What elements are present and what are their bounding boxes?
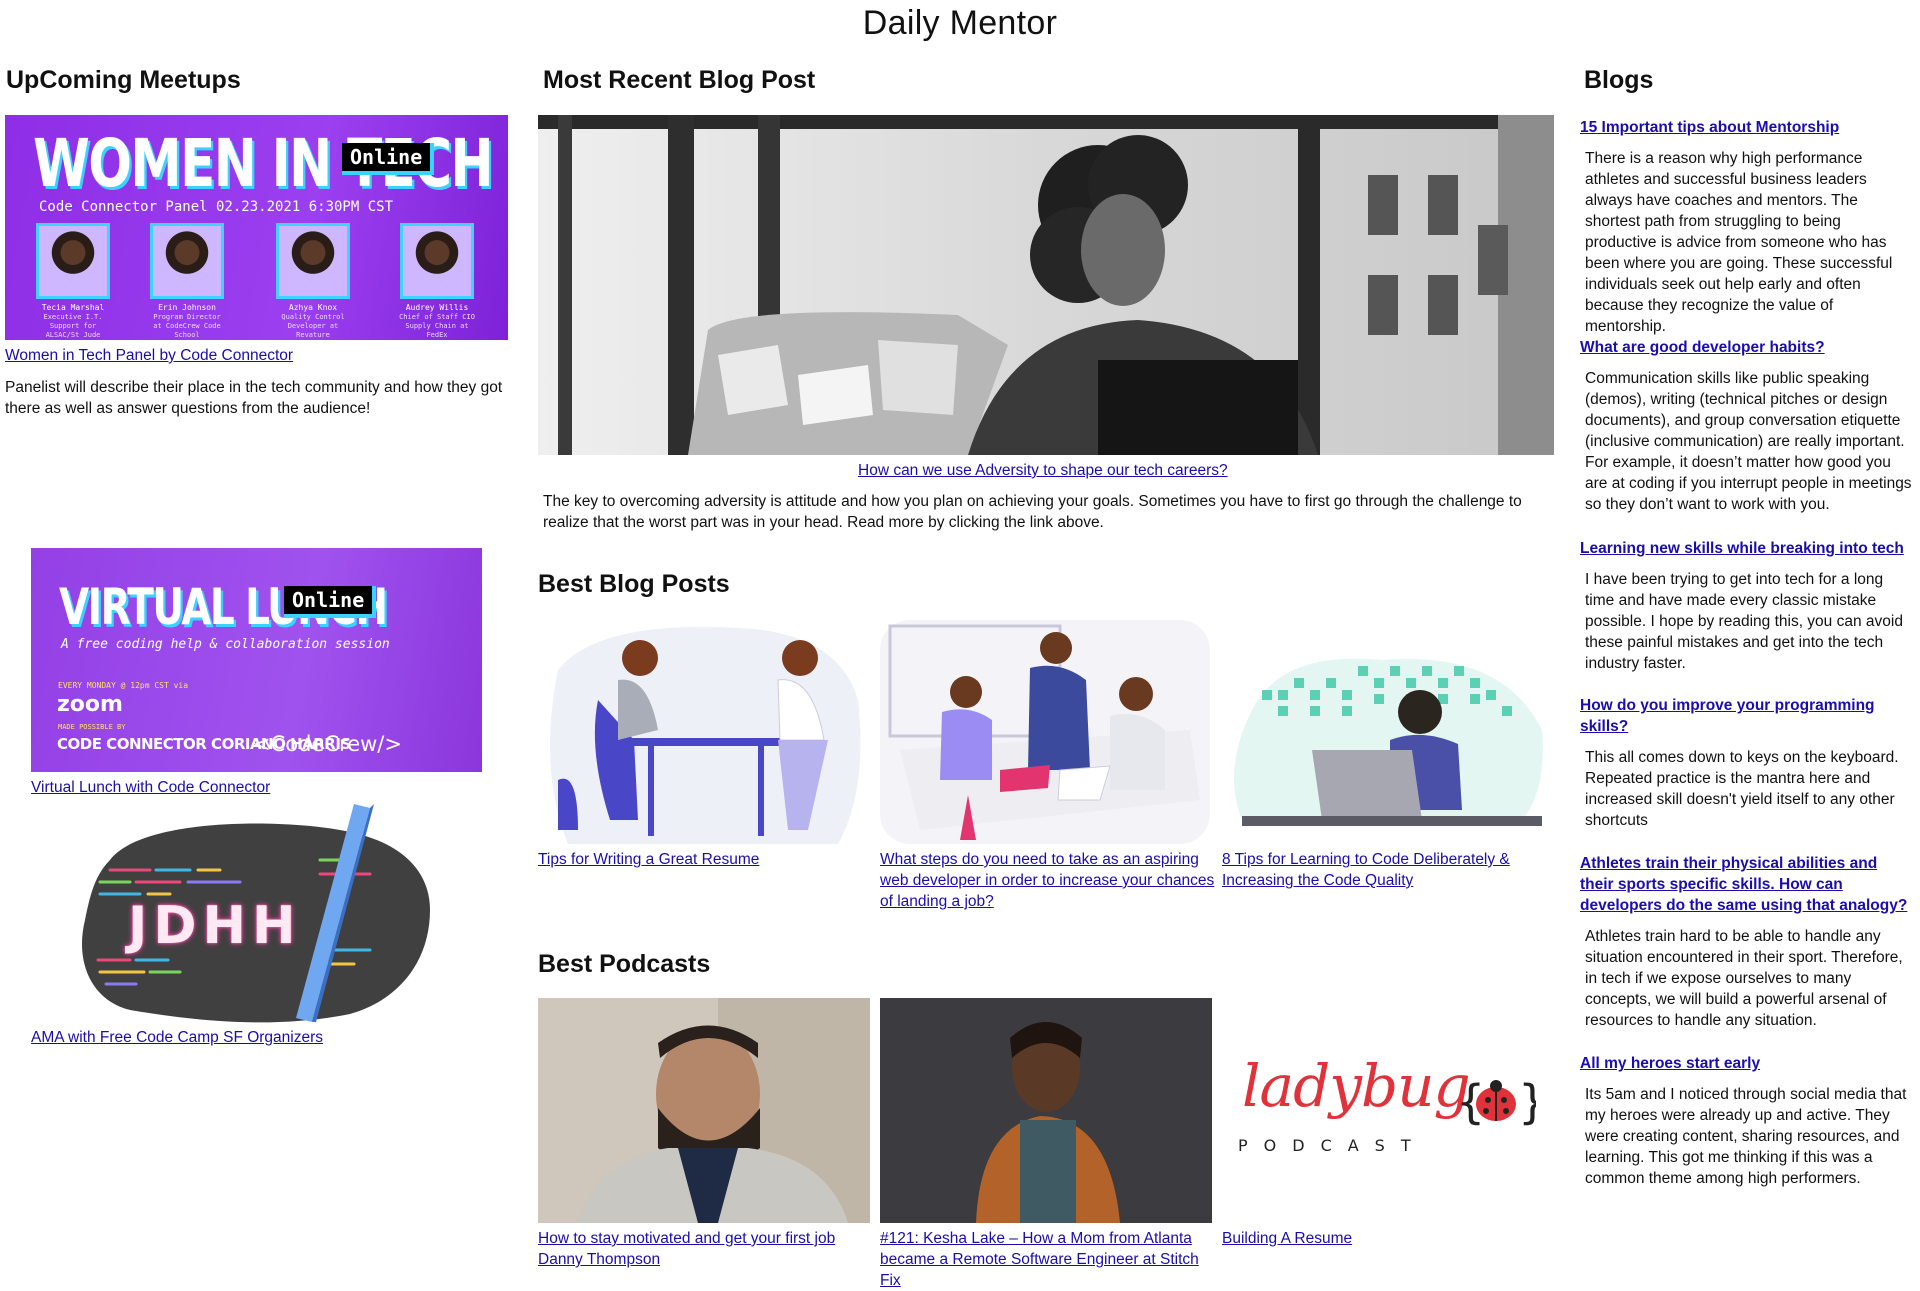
blog-entry: How do you improve your programming skil… bbox=[1580, 695, 1914, 831]
women-in-tech-banner[interactable]: WOMEN IN TECH Online Code Connector Pane… bbox=[5, 115, 508, 340]
speaker-name: Azhya Knox bbox=[288, 303, 338, 312]
best-blog-posts-heading: Best Blog Posts bbox=[538, 570, 730, 598]
speaker-name: Erin Johnson bbox=[158, 303, 216, 312]
blog-title-link[interactable]: Learning new skills while breaking into … bbox=[1580, 538, 1914, 559]
panel-date-line: Code Connector Panel 02.23.2021 6:30PM C… bbox=[39, 199, 394, 215]
podcast-word: PODCAST bbox=[1238, 1136, 1427, 1155]
blog-title-link[interactable]: Athletes train their physical abilities … bbox=[1580, 853, 1914, 916]
blog-illustration-aspiring-dev[interactable] bbox=[880, 620, 1210, 844]
speaker-role: Quality Control Developer at Revature bbox=[281, 313, 345, 339]
blog-excerpt: This all comes down to keys on the keybo… bbox=[1585, 749, 1899, 829]
speaker-photo bbox=[36, 223, 110, 299]
blog-entry: Learning new skills while breaking into … bbox=[1580, 538, 1914, 674]
aspiring-dev-illustration bbox=[880, 620, 1210, 844]
podcast-link-3[interactable]: Building A Resume bbox=[1222, 1228, 1352, 1249]
speaker-1: Tecia Marshal Executive I.T. Support for… bbox=[35, 223, 111, 340]
resume-illustration bbox=[550, 626, 861, 844]
danny-thompson-photo bbox=[538, 998, 870, 1223]
speaker-photo bbox=[150, 223, 224, 299]
best-podcasts-heading: Best Podcasts bbox=[538, 950, 711, 978]
virtual-lunch-subtitle: A free coding help & collaboration sessi… bbox=[61, 637, 390, 652]
upcoming-meetups-heading: UpComing Meetups bbox=[6, 66, 241, 94]
jdhh-logo[interactable]: JDHH bbox=[70, 800, 440, 1024]
virtual-lunch-schedule: EVERY MONDAY @ 12pm CST via bbox=[58, 681, 189, 690]
hero-photo bbox=[538, 115, 1554, 455]
speaker-role: Executive I.T. Support for ALSAC/St Jude bbox=[43, 313, 103, 339]
podcast-image-danny-thompson[interactable] bbox=[538, 998, 870, 1223]
virtual-lunch-link[interactable]: Virtual Lunch with Code Connector bbox=[31, 777, 270, 798]
speaker-2: Erin Johnson Program Director at CodeCre… bbox=[149, 223, 225, 340]
recent-post-link[interactable]: How can we use Adversity to shape our te… bbox=[858, 460, 1228, 481]
podcast-link-1[interactable]: How to stay motivated and get your first… bbox=[538, 1228, 868, 1270]
blog-excerpt: Its 5am and I noticed through social med… bbox=[1585, 1086, 1907, 1187]
blog-illustration-resume[interactable] bbox=[538, 620, 868, 844]
women-in-tech-description: Panelist will describe their place in th… bbox=[5, 379, 503, 417]
speaker-4: Audrey Willis Chief of Staff CIO Supply … bbox=[399, 223, 475, 340]
podcast-image-kesha-lake[interactable] bbox=[880, 998, 1212, 1223]
recent-post-heading: Most Recent Blog Post bbox=[543, 66, 816, 94]
kesha-lake-photo bbox=[880, 998, 1212, 1223]
speaker-name: Audrey Willis bbox=[405, 303, 469, 312]
blog-excerpt: I have been trying to get into tech for … bbox=[1585, 571, 1903, 672]
ladybug-script-logo: ladybug bbox=[1242, 1052, 1471, 1120]
recent-post-description: The key to overcoming adversity is attit… bbox=[543, 493, 1522, 531]
blog-entry: What are good developer habits? Communic… bbox=[1580, 337, 1914, 515]
speaker-role: Chief of Staff CIO Supply Chain at FedEx bbox=[399, 313, 475, 339]
women-in-tech-link[interactable]: Women in Tech Panel by Code Connector bbox=[5, 345, 293, 366]
site-title: Daily Mentor bbox=[862, 4, 1058, 42]
blog-entry: Athletes train their physical abilities … bbox=[1580, 853, 1914, 1031]
jdhh-logo-text: JDHH bbox=[128, 896, 302, 956]
ladybug-icon: { } bbox=[1456, 1072, 1547, 1132]
blog-title-link[interactable]: 15 Important tips about Mentorship bbox=[1580, 117, 1914, 138]
speaker-role: Program Director at CodeCrew Code School bbox=[153, 313, 221, 339]
ama-link[interactable]: AMA with Free Code Camp SF Organizers bbox=[31, 1027, 323, 1048]
made-possible-label: MADE POSSIBLE BY bbox=[58, 723, 126, 731]
best-blog-link-2[interactable]: What steps do you need to take as an asp… bbox=[880, 849, 1215, 912]
virtual-lunch-banner[interactable]: VIRTUAL LUNCH Online A free coding help … bbox=[31, 548, 482, 772]
speaker-photo bbox=[400, 223, 474, 299]
recent-post-hero-image[interactable] bbox=[538, 115, 1554, 455]
code-quality-illustration bbox=[1234, 658, 1543, 826]
speaker-name: Tecia Marshal bbox=[41, 303, 105, 312]
best-blog-link-1[interactable]: Tips for Writing a Great Resume bbox=[538, 849, 868, 870]
online-tag: Online bbox=[342, 143, 435, 175]
blogs-heading: Blogs bbox=[1584, 66, 1654, 94]
svg-text:}: } bbox=[1518, 1075, 1536, 1129]
codecrew-logo: <CodeCrew/> bbox=[253, 732, 402, 756]
online-tag: Online bbox=[284, 586, 377, 618]
podcast-link-2[interactable]: #121: Kesha Lake – How a Mom from Atlant… bbox=[880, 1228, 1212, 1291]
blog-title-link[interactable]: How do you improve your programming skil… bbox=[1580, 695, 1914, 737]
blog-excerpt: Communication skills like public speakin… bbox=[1585, 370, 1912, 513]
zoom-logo: zoom bbox=[57, 692, 123, 717]
best-blog-link-3[interactable]: 8 Tips for Learning to Code Deliberately… bbox=[1222, 849, 1552, 891]
blog-title-link[interactable]: All my heroes start early bbox=[1580, 1053, 1914, 1074]
blog-excerpt: There is a reason why high performance a… bbox=[1585, 150, 1893, 335]
blog-title-link[interactable]: What are good developer habits? bbox=[1580, 337, 1914, 358]
speaker-3: Azhya Knox Quality Control Developer at … bbox=[275, 223, 351, 340]
blog-illustration-code-quality[interactable] bbox=[1222, 620, 1552, 844]
blog-entry: All my heroes start early Its 5am and I … bbox=[1580, 1053, 1914, 1189]
speaker-photo bbox=[276, 223, 350, 299]
blog-excerpt: Athletes train hard to be able to handle… bbox=[1585, 928, 1903, 1029]
blog-entry: 15 Important tips about Mentorship There… bbox=[1580, 117, 1914, 337]
podcast-image-ladybug[interactable]: ladybug PODCAST { } bbox=[1222, 998, 1554, 1223]
